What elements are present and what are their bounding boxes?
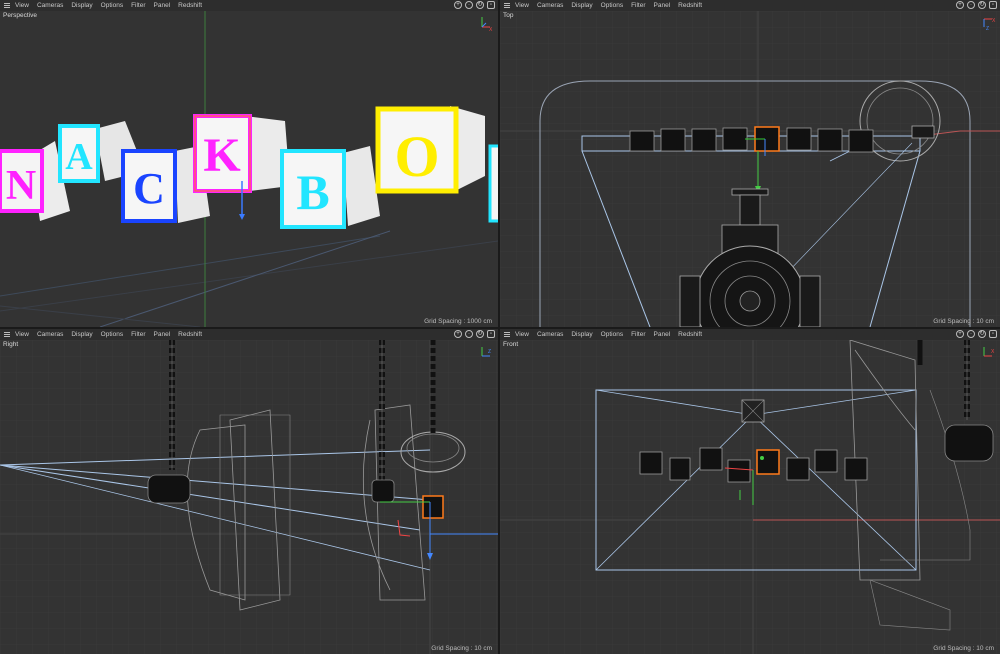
menu-panel[interactable]: Panel [654,2,671,9]
menu-filter[interactable]: Filter [631,331,645,338]
menu-display[interactable]: Display [571,2,592,9]
selected-block[interactable] [422,495,444,519]
maximize-icon[interactable]: ▫ [989,330,997,338]
zoom-icon[interactable]: · [465,1,473,9]
menu-redshift[interactable]: Redshift [178,2,202,9]
zoom-icon[interactable]: · [967,1,975,9]
move-icon[interactable]: + [956,1,964,9]
svg-text:C: C [133,164,165,213]
viewport-perspective[interactable]: View Cameras Display Options Filter Pane… [0,0,498,327]
menu-redshift[interactable]: Redshift [178,331,202,338]
hamburger-icon[interactable] [504,332,510,337]
zoom-icon[interactable]: · [465,330,473,338]
rotate-icon[interactable]: ↻ [476,1,484,9]
menu-display[interactable]: Display [71,331,92,338]
menu-options[interactable]: Options [101,2,123,9]
light-fixture-front[interactable] [944,424,994,462]
axis-gizmo-icon: Z [481,347,491,357]
viewport-front[interactable]: View Cameras Display Options Filter Pane… [500,329,1000,654]
grid-spacing-label: Grid Spacing : 1000 cm [424,318,492,325]
menu-redshift[interactable]: Redshift [678,2,702,9]
viewport-menubar: View Cameras Display Options Filter Pane… [0,329,498,340]
perspective-scene[interactable]: N A C K B O [0,11,498,327]
hamburger-icon[interactable] [504,3,510,8]
menu-cameras[interactable]: Cameras [537,2,563,9]
menu-options[interactable]: Options [601,331,623,338]
maximize-icon[interactable]: ▫ [487,1,495,9]
svg-text:Z: Z [488,349,491,355]
menu-display[interactable]: Display [71,2,92,9]
menu-display[interactable]: Display [571,331,592,338]
svg-text:X: X [991,349,995,355]
menu-panel[interactable]: Panel [154,331,171,338]
block-o[interactable]: O [375,106,485,194]
axis-gizmo-icon: X [481,17,493,31]
menu-view[interactable]: View [515,331,529,338]
axis-gizmo-icon: X Z [983,18,996,31]
light-fixture-right[interactable] [371,479,395,503]
hamburger-icon[interactable] [4,3,10,8]
svg-text:Z: Z [986,26,989,31]
svg-text:X: X [992,18,996,24]
viewport-menubar: View Cameras Display Options Filter Pane… [500,0,1000,11]
maximize-icon[interactable]: ▫ [487,330,495,338]
grid-spacing-label: Grid Spacing : 10 cm [933,318,994,325]
menu-filter[interactable]: Filter [131,2,145,9]
svg-text:K: K [203,129,240,182]
block-b[interactable]: B [280,146,380,229]
front-scene[interactable] [500,340,1000,654]
svg-text:N: N [6,163,36,209]
viewport-title: Front [503,341,519,348]
svg-text:X: X [489,27,493,31]
menu-options[interactable]: Options [601,2,623,9]
svg-text:B: B [296,164,329,220]
rotate-icon[interactable]: ↻ [476,330,484,338]
menu-view[interactable]: View [15,331,29,338]
move-icon[interactable]: + [454,330,462,338]
grid-spacing-label: Grid Spacing : 10 cm [431,645,492,652]
maximize-icon[interactable]: ▫ [989,1,997,9]
top-scene[interactable] [500,11,1000,327]
menu-redshift[interactable]: Redshift [678,331,702,338]
rotate-icon[interactable]: ↻ [978,1,986,9]
menu-view[interactable]: View [15,2,29,9]
viewport-title: Right [3,341,19,348]
menu-cameras[interactable]: Cameras [37,2,63,9]
block-k[interactable]: K [193,114,290,220]
viewport-right[interactable]: View Cameras Display Options Filter Pane… [0,329,498,654]
grid-spacing-label: Grid Spacing : 10 cm [933,645,994,652]
viewport-menubar: View Cameras Display Options Filter Pane… [500,329,1000,340]
hamburger-icon[interactable] [4,332,10,337]
zoom-icon[interactable]: · [967,330,975,338]
viewport-menubar: View Cameras Display Options Filter Pane… [0,0,498,11]
svg-text:A: A [65,136,93,178]
menu-options[interactable]: Options [101,331,123,338]
menu-view[interactable]: View [515,2,529,9]
menu-cameras[interactable]: Cameras [537,331,563,338]
light-fixture-left[interactable] [147,474,191,504]
block-partial[interactable] [488,144,498,223]
move-icon[interactable]: + [956,330,964,338]
move-icon[interactable]: + [454,1,462,9]
viewport-title: Top [503,12,514,19]
viewport-top[interactable]: View Cameras Display Options Filter Pane… [500,0,1000,327]
menu-panel[interactable]: Panel [654,331,671,338]
menu-filter[interactable]: Filter [131,331,145,338]
menu-panel[interactable]: Panel [154,2,171,9]
right-scene[interactable] [0,340,498,654]
menu-cameras[interactable]: Cameras [37,331,63,338]
viewport-title: Perspective [3,12,37,19]
svg-text:O: O [394,124,439,189]
menu-filter[interactable]: Filter [631,2,645,9]
rotate-icon[interactable]: ↻ [978,330,986,338]
axis-gizmo-icon: X [983,347,995,357]
